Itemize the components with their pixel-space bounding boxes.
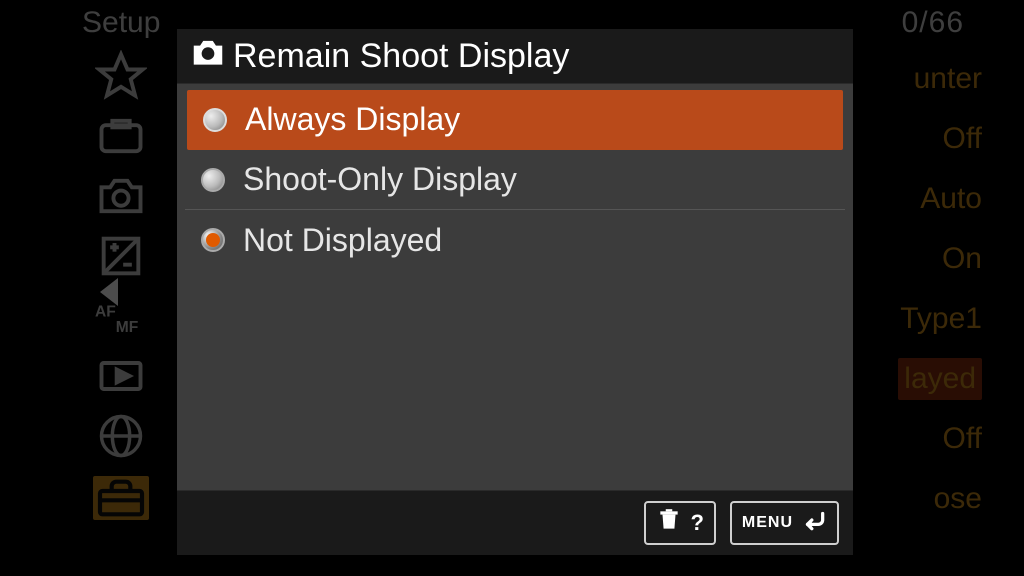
svg-text:MF: MF	[116, 319, 139, 334]
breadcrumb: Setup	[82, 6, 160, 40]
page-counter: 0/66	[902, 6, 964, 40]
dialog-title-bar: Remain Shoot Display	[177, 29, 853, 83]
help-symbol: ?	[690, 510, 703, 536]
setup-toolbox-icon	[93, 476, 149, 520]
dialog-title: Remain Shoot Display	[233, 37, 569, 76]
menu-label: MENU	[742, 514, 793, 532]
bg-value: Off	[943, 418, 982, 460]
bg-value: Off	[943, 118, 982, 160]
option-always-display[interactable]: Always Display	[187, 90, 843, 150]
radio-icon	[201, 168, 225, 192]
bg-value: unter	[914, 58, 982, 100]
network-icon	[95, 416, 147, 456]
back-caret-icon	[100, 278, 118, 306]
option-not-displayed[interactable]: Not Displayed	[185, 210, 845, 270]
bg-value: Type1	[900, 298, 982, 340]
star-icon	[95, 56, 147, 96]
option-label: Shoot-Only Display	[243, 161, 517, 198]
option-label: Not Displayed	[243, 222, 442, 259]
trash-icon	[656, 507, 682, 539]
help-button[interactable]: ?	[644, 501, 715, 545]
dialog-footer: ? MENU	[177, 491, 853, 555]
bg-value: On	[942, 238, 982, 280]
camera-icon	[189, 36, 227, 77]
sidebar-shooting-icon	[95, 116, 147, 156]
exposure-icon	[95, 236, 147, 276]
option-dialog: Remain Shoot Display Always Display Shoo…	[176, 28, 854, 556]
bg-value: Auto	[920, 178, 982, 220]
bg-value: ose	[934, 478, 982, 520]
bg-value-highlight: layed	[898, 358, 982, 400]
sidebar: AFMF	[86, 56, 156, 520]
option-shoot-only-display[interactable]: Shoot-Only Display	[185, 150, 845, 210]
menu-back-button[interactable]: MENU	[730, 501, 839, 545]
playback-icon	[95, 356, 147, 396]
radio-icon	[203, 108, 227, 132]
option-label: Always Display	[245, 101, 460, 138]
radio-icon	[201, 228, 225, 252]
background-values-column: unter Off Auto On Type1 layed Off ose	[898, 58, 982, 520]
return-arrow-icon	[801, 507, 827, 539]
dialog-body: Always Display Shoot-Only Display Not Di…	[177, 83, 853, 491]
camera-icon	[95, 176, 147, 216]
